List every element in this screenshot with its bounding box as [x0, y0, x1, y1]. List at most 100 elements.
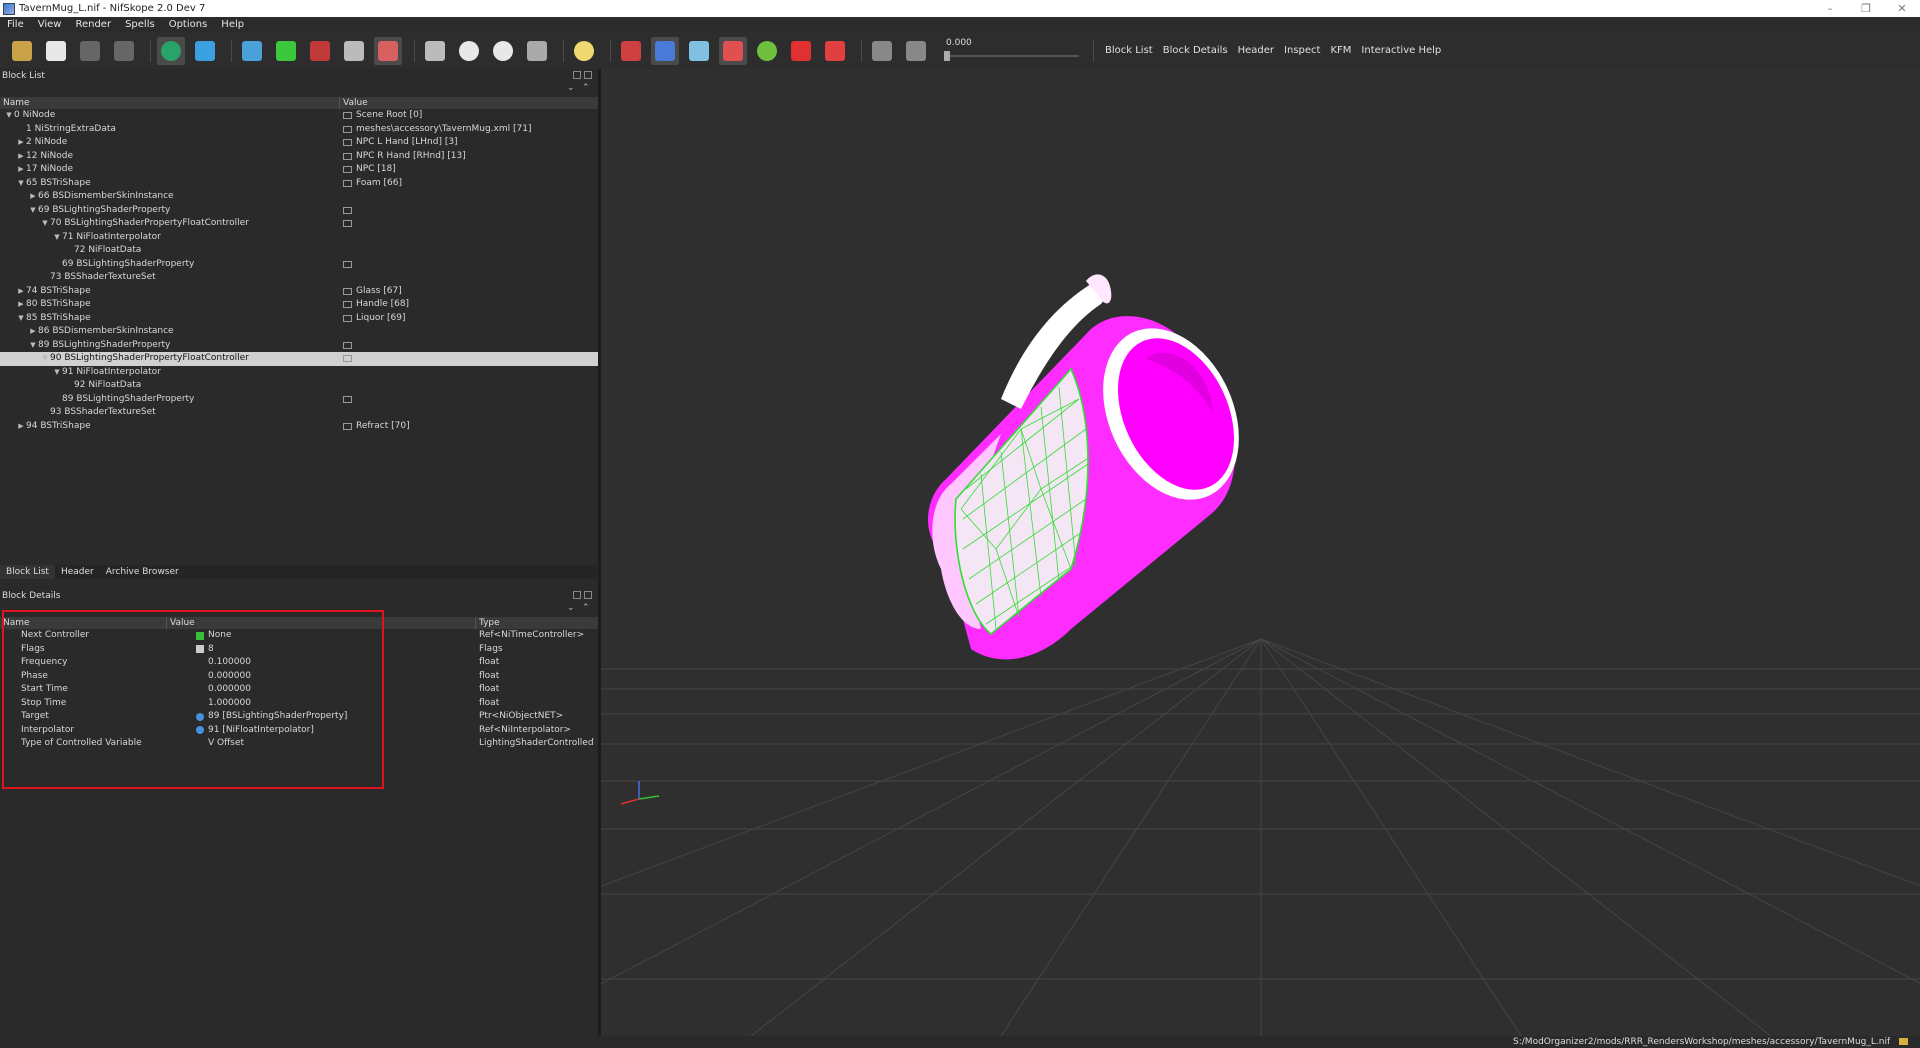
tree-row[interactable]: ▶ 17 NiNode NPC [18] — [0, 163, 598, 177]
tree-row[interactable]: 69 BSLightingShaderProperty — [0, 258, 598, 272]
play-button[interactable] — [868, 37, 896, 65]
tab-block-list[interactable]: Block List — [0, 565, 55, 579]
toggle-block-details-button[interactable]: Block Details — [1158, 45, 1233, 56]
tree-row[interactable]: ▶ 66 BSDismemberSkinInstance — [0, 190, 598, 204]
axes-red-button[interactable] — [617, 37, 645, 65]
close-icon[interactable]: ✕ — [1884, 0, 1920, 17]
view-flip-button[interactable] — [340, 37, 368, 65]
expanded-arrow-icon[interactable]: ▼ — [16, 312, 26, 326]
tree-row[interactable]: ▼ 85 BSTriShape Liquor [69] — [0, 312, 598, 326]
toggle-block-list-button[interactable]: Block List — [1100, 45, 1158, 56]
eye-alt-button[interactable] — [489, 37, 517, 65]
tree-row[interactable]: ▼ 65 BSTriShape Foam [66] — [0, 177, 598, 191]
toggle-inspect-button[interactable]: Inspect — [1279, 45, 1325, 56]
tab-header[interactable]: Header — [55, 565, 100, 579]
collapsed-arrow-icon[interactable]: ▶ — [16, 136, 26, 150]
toggle-interactive-help-button[interactable]: Interactive Help — [1356, 45, 1446, 56]
menu-render[interactable]: Render — [68, 19, 118, 30]
column-type[interactable]: Type — [476, 617, 594, 629]
float-panel-icon[interactable] — [573, 591, 581, 599]
undo-button[interactable] — [76, 37, 104, 65]
tree-row[interactable]: 1 NiStringExtraData meshes\accessory\Tave… — [0, 123, 598, 137]
tree-row[interactable]: 72 NiFloatData — [0, 244, 598, 258]
expanded-arrow-icon[interactable]: ▼ — [40, 217, 50, 231]
tree-row[interactable]: ▶ 12 NiNode NPC R Hand [RHnd] [13] — [0, 150, 598, 164]
expanded-arrow-icon[interactable]: ▼ — [52, 231, 62, 245]
tree-row[interactable]: ▶ 80 BSTriShape Handle [68] — [0, 298, 598, 312]
collapsed-arrow-icon[interactable]: ▶ — [16, 150, 26, 164]
tree-row[interactable]: ▼ 90 BSLightingShaderPropertyFloatControl… — [0, 352, 598, 366]
nodes-button[interactable] — [685, 37, 713, 65]
loop-button[interactable] — [902, 37, 930, 65]
toggle-kfm-button[interactable]: KFM — [1325, 45, 1356, 56]
column-name[interactable]: Name — [0, 97, 340, 109]
menu-view[interactable]: View — [31, 19, 69, 30]
expanded-arrow-icon[interactable]: ▼ — [28, 204, 38, 218]
restore-icon[interactable]: ❐ — [1848, 0, 1884, 17]
tree-row[interactable]: ▼ 69 BSLightingShaderProperty — [0, 204, 598, 218]
tree-row[interactable]: ▼ 89 BSLightingShaderProperty — [0, 339, 598, 353]
eye-button[interactable] — [455, 37, 483, 65]
axes-button[interactable] — [651, 36, 679, 65]
tree-row[interactable]: 92 NiFloatData — [0, 379, 598, 393]
tree-row[interactable]: ▶ 74 BSTriShape Glass [67] — [0, 285, 598, 299]
screenshot-button[interactable] — [523, 37, 551, 65]
menu-spells[interactable]: Spells — [118, 19, 162, 30]
collapsed-arrow-icon[interactable]: ▶ — [16, 298, 26, 312]
column-value[interactable]: Value — [340, 97, 594, 109]
tree-row[interactable]: ▼ 0 NiNode Scene Root [0] — [0, 109, 598, 123]
menu-options[interactable]: Options — [162, 19, 215, 30]
float-panel-icon[interactable] — [573, 71, 581, 79]
select-vertex-button[interactable] — [191, 37, 219, 65]
expand-icon[interactable]: ⌃ — [582, 83, 590, 93]
menu-help[interactable]: Help — [214, 19, 251, 30]
green-circle-icon — [757, 40, 777, 61]
expand-icon[interactable]: ⌃ — [582, 603, 590, 613]
tree-row[interactable]: ▼ 71 NiFloatInterpolator — [0, 231, 598, 245]
walk-button[interactable] — [421, 37, 449, 65]
tree-row[interactable]: 93 BSShaderTextureSet — [0, 406, 598, 420]
collapsed-arrow-icon[interactable]: ▶ — [28, 325, 38, 339]
lightbulb-button[interactable] — [570, 37, 598, 65]
expanded-arrow-icon[interactable]: ▼ — [40, 352, 50, 366]
expanded-arrow-icon[interactable]: ▼ — [28, 339, 38, 353]
tree-row[interactable]: ▼ 91 NiFloatInterpolator — [0, 366, 598, 380]
collapsed-arrow-icon[interactable]: ▶ — [16, 420, 26, 434]
tab-archive-browser[interactable]: Archive Browser — [100, 565, 185, 579]
tree-row[interactable]: ▶ 2 NiNode NPC L Hand [LHnd] [3] — [0, 136, 598, 150]
texture-button[interactable] — [719, 36, 747, 65]
collapse-icon[interactable]: ⌄ — [567, 83, 575, 93]
time-slider[interactable]: 0.000 — [944, 37, 1079, 65]
tree-row[interactable]: ▼ 70 BSLightingShaderPropertyFloatControl… — [0, 217, 598, 231]
slider-handle[interactable] — [944, 50, 950, 61]
tree-row[interactable]: 73 BSShaderTextureSet — [0, 271, 598, 285]
render-viewport[interactable] — [601, 69, 1920, 1036]
collapse-icon[interactable]: ⌄ — [567, 603, 575, 613]
toggle-header-button[interactable]: Header — [1233, 45, 1279, 56]
open-button[interactable] — [8, 37, 36, 65]
marker-button[interactable] — [787, 37, 815, 65]
tree-row[interactable]: 89 BSLightingShaderProperty — [0, 393, 598, 407]
collapsed-arrow-icon[interactable]: ▶ — [28, 190, 38, 204]
menu-file[interactable]: File — [0, 19, 31, 30]
collision-button[interactable] — [821, 37, 849, 65]
expanded-arrow-icon[interactable]: ▼ — [16, 177, 26, 191]
expanded-arrow-icon[interactable]: ▼ — [4, 109, 14, 123]
minimize-icon[interactable]: – — [1812, 0, 1848, 17]
collapsed-arrow-icon[interactable]: ▶ — [16, 285, 26, 299]
select-object-button[interactable] — [157, 36, 185, 65]
view-side-button[interactable] — [306, 37, 334, 65]
view-front-button[interactable] — [272, 37, 300, 65]
close-panel-icon[interactable] — [584, 71, 592, 79]
collapsed-arrow-icon[interactable]: ▶ — [16, 163, 26, 177]
redo-button[interactable] — [110, 37, 138, 65]
expanded-arrow-icon[interactable]: ▼ — [52, 366, 62, 380]
save-button[interactable] — [42, 37, 70, 65]
green-circle-button[interactable] — [753, 37, 781, 65]
tree-row[interactable]: ▶ 86 BSDismemberSkinInstance — [0, 325, 598, 339]
view-perspective-button[interactable] — [374, 36, 402, 65]
close-panel-icon[interactable] — [584, 591, 592, 599]
tree-row[interactable]: ▶ 94 BSTriShape Refract [70] — [0, 420, 598, 434]
view-top-button[interactable] — [238, 37, 266, 65]
tree-row-name: 71 NiFloatInterpolator — [62, 231, 161, 242]
